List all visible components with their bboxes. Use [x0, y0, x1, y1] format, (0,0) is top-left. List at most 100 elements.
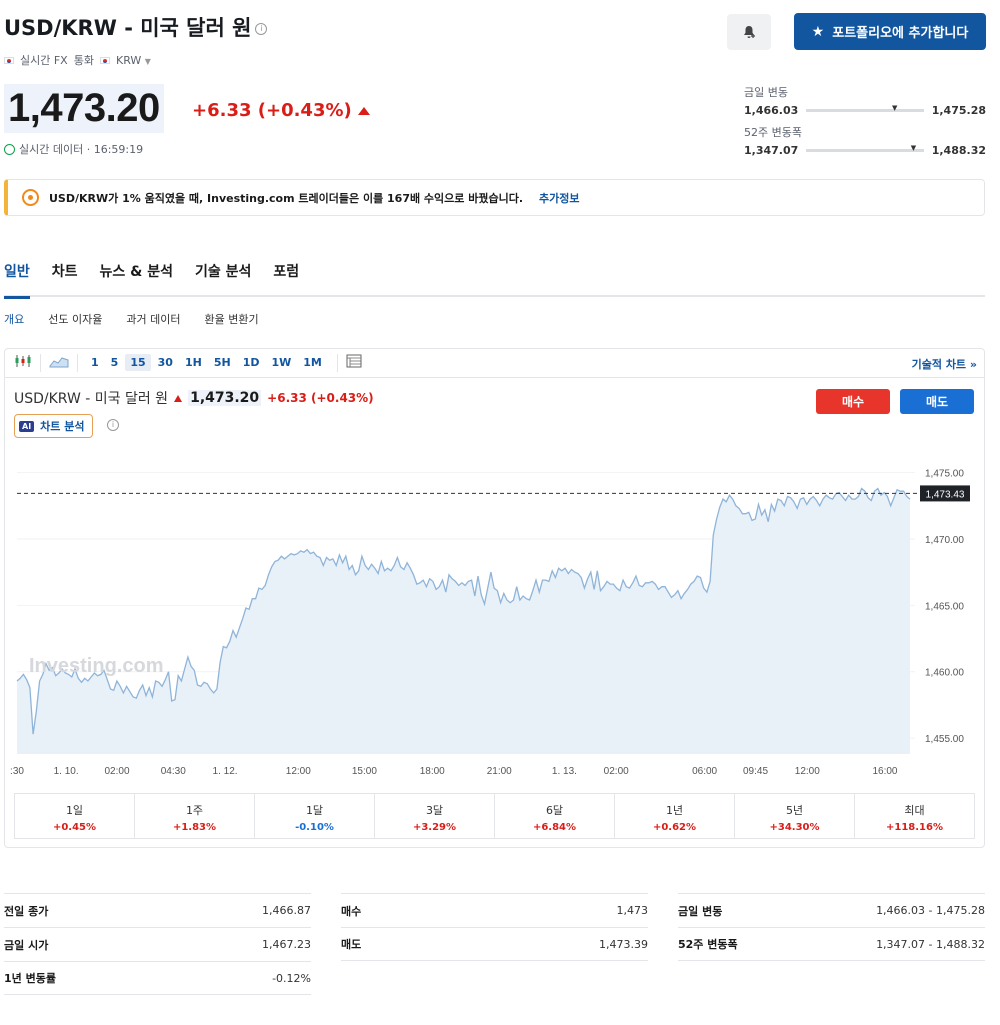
- ai-chart-analysis-label: 차트 분석: [40, 420, 85, 433]
- performance-cell[interactable]: 1년 +0.62%: [615, 794, 735, 838]
- x-tick-label: 06:00: [692, 766, 717, 777]
- week52-range-high: 1,488.32: [931, 144, 986, 157]
- stat-row: 전일 종가 1,466.87: [4, 893, 311, 927]
- chevron-down-icon: ▼: [144, 56, 151, 66]
- performance-period: 1주: [185, 804, 204, 817]
- timeframe-15[interactable]: 15: [125, 354, 151, 371]
- tab-chart[interactable]: 차트: [52, 262, 78, 297]
- stat-row: 1년 변동률 -0.12%: [4, 961, 311, 995]
- x-tick-label: 12:00: [286, 766, 311, 777]
- performance-cell[interactable]: 최대 +118.16%: [855, 794, 974, 838]
- target-icon: [22, 189, 39, 206]
- performance-period: 1년: [665, 804, 684, 817]
- ai-badge-icon: AI: [19, 420, 35, 432]
- add-alert-button[interactable]: [727, 14, 771, 50]
- chart-toolbar: 1 5 15 30 1H 5H 1D 1W 1M 기술적 차트 »: [4, 348, 985, 378]
- x-tick-label: :30: [10, 766, 24, 777]
- day-range-label: 금일 변동: [744, 86, 788, 99]
- performance-period: 1달: [305, 804, 324, 817]
- clock-icon: [4, 143, 15, 155]
- week52-range-bar: ▼: [806, 144, 924, 152]
- performance-cell[interactable]: 1일 +0.45%: [15, 794, 135, 838]
- stat-row: 52주 변동폭 1,347.07 - 1,488.32: [678, 927, 985, 961]
- performance-value: +3.29%: [412, 822, 457, 833]
- stats-column-1: 전일 종가 1,466.87 금일 시가 1,467.23 1년 변동률 -0.12%: [4, 893, 311, 995]
- performance-period: 5년: [785, 804, 804, 817]
- week52-range-label: 52주 변동폭: [744, 126, 802, 139]
- price-change-text: +6.33 (+0.43%): [192, 100, 352, 121]
- timeframe-1h[interactable]: 1H: [180, 354, 207, 371]
- info-icon[interactable]: i: [107, 419, 119, 431]
- tab-technical[interactable]: 기술 분석: [195, 262, 251, 297]
- tab-forum[interactable]: 포럼: [273, 262, 299, 297]
- korea-flag-icon: [99, 56, 110, 64]
- tab-news-analysis[interactable]: 뉴스 & 분석: [100, 262, 173, 297]
- main-tabs: 일반 차트 뉴스 & 분석 기술 분석 포럼: [4, 262, 985, 299]
- add-to-portfolio-label: 포트폴리오에 추가합니다: [832, 26, 969, 41]
- x-tick-label: 1. 13.: [552, 766, 577, 777]
- x-tick-label: 04:30: [161, 766, 186, 777]
- page-title: USD/KRW - 미국 달러 원i: [4, 12, 268, 42]
- stat-label: 1년 변동률: [4, 972, 56, 985]
- day-range-low: 1,466.03: [744, 104, 799, 117]
- area-chart-icon[interactable]: [49, 354, 69, 371]
- day-range: 금일 변동 1,466.03 ▼ 1,475.28: [744, 84, 986, 117]
- performance-period: 최대: [904, 804, 925, 817]
- performance-value: +1.83%: [172, 822, 217, 833]
- sell-button[interactable]: 매도: [900, 389, 974, 414]
- meta-currency-value: KRW: [115, 53, 142, 67]
- x-tick-label: 12:00: [795, 766, 820, 777]
- performance-cell[interactable]: 5년 +34.30%: [735, 794, 855, 838]
- banner-text: USD/KRW가 1% 움직였을 때, Investing.com 트레이더들은…: [49, 191, 524, 205]
- timeframe-5[interactable]: 5: [106, 354, 124, 371]
- range-marker-icon: ▼: [892, 104, 898, 112]
- stat-value: 1,473.39: [599, 937, 648, 951]
- performance-cell[interactable]: 6달 +6.84%: [495, 794, 615, 838]
- subtab-historical[interactable]: 과거 데이터: [126, 311, 180, 327]
- info-icon[interactable]: i: [255, 23, 268, 35]
- stat-value: 1,347.07 - 1,488.32: [876, 937, 985, 951]
- performance-cell[interactable]: 1주 +1.83%: [135, 794, 255, 838]
- x-tick-label: 02:00: [105, 766, 130, 777]
- ai-chart-analysis-button[interactable]: AI 차트 분석: [14, 414, 94, 438]
- timeframe-1[interactable]: 1: [86, 354, 104, 371]
- week52-range-low: 1,347.07: [744, 144, 799, 157]
- promo-banner: USD/KRW가 1% 움직였을 때, Investing.com 트레이더들은…: [4, 179, 985, 216]
- candlestick-icon[interactable]: [14, 354, 32, 371]
- stat-value: 1,467.23: [262, 938, 311, 951]
- buy-button[interactable]: 매수: [816, 389, 890, 414]
- performance-value: +118.16%: [886, 822, 943, 833]
- performance-value: +0.45%: [52, 822, 97, 833]
- performance-cell[interactable]: 3달 +3.29%: [375, 794, 495, 838]
- stat-value: 1,473: [616, 904, 649, 917]
- timeframe-30[interactable]: 30: [153, 354, 178, 371]
- x-tick-label: 16:00: [872, 766, 897, 777]
- subtab-converter[interactable]: 환율 변환기: [204, 311, 258, 327]
- stat-value: 1,466.03 - 1,475.28: [876, 904, 985, 917]
- stat-row: 매도 1,473.39: [341, 927, 648, 961]
- timeframe-1w[interactable]: 1W: [266, 354, 296, 371]
- y-tick-label: 1,465.00: [925, 601, 964, 612]
- banner-more-link[interactable]: 추가정보: [539, 190, 579, 206]
- technical-chart-link[interactable]: 기술적 차트 »: [912, 356, 977, 372]
- x-tick-label: 1. 12.: [213, 766, 238, 777]
- timeframe-1d[interactable]: 1D: [238, 354, 265, 371]
- add-to-portfolio-button[interactable]: ★ 포트폴리오에 추가합니다: [794, 13, 986, 50]
- stat-row: 금일 변동 1,466.03 - 1,475.28: [678, 893, 985, 927]
- chart-instrument-name: USD/KRW - 미국 달러 원: [14, 391, 169, 407]
- meta-currency-label: 통화: [73, 54, 94, 67]
- tab-general[interactable]: 일반: [4, 262, 30, 299]
- chart-price: 1,473.20: [188, 390, 262, 406]
- timeframe-1m[interactable]: 1M: [298, 354, 327, 371]
- meta-currency-select[interactable]: KRW ▼: [116, 54, 151, 67]
- subtab-forward-rates[interactable]: 선도 이자율: [48, 311, 102, 327]
- table-view-icon[interactable]: [346, 354, 362, 371]
- price-chart[interactable]: Investing.com 1,475.00 1,470.00 1,465.00 1,…: [5, 444, 980, 784]
- stat-row: 금일 시가 1,467.23: [4, 927, 311, 961]
- subtab-overview[interactable]: 개요: [4, 311, 24, 327]
- performance-cell[interactable]: 1달 -0.10%: [255, 794, 375, 838]
- bell-icon: [744, 26, 755, 38]
- instrument-meta: 실시간 FX 통화 KRW ▼: [4, 52, 151, 68]
- timeframe-5h[interactable]: 5H: [209, 354, 236, 371]
- chart-watermark: Investing.com: [29, 655, 163, 677]
